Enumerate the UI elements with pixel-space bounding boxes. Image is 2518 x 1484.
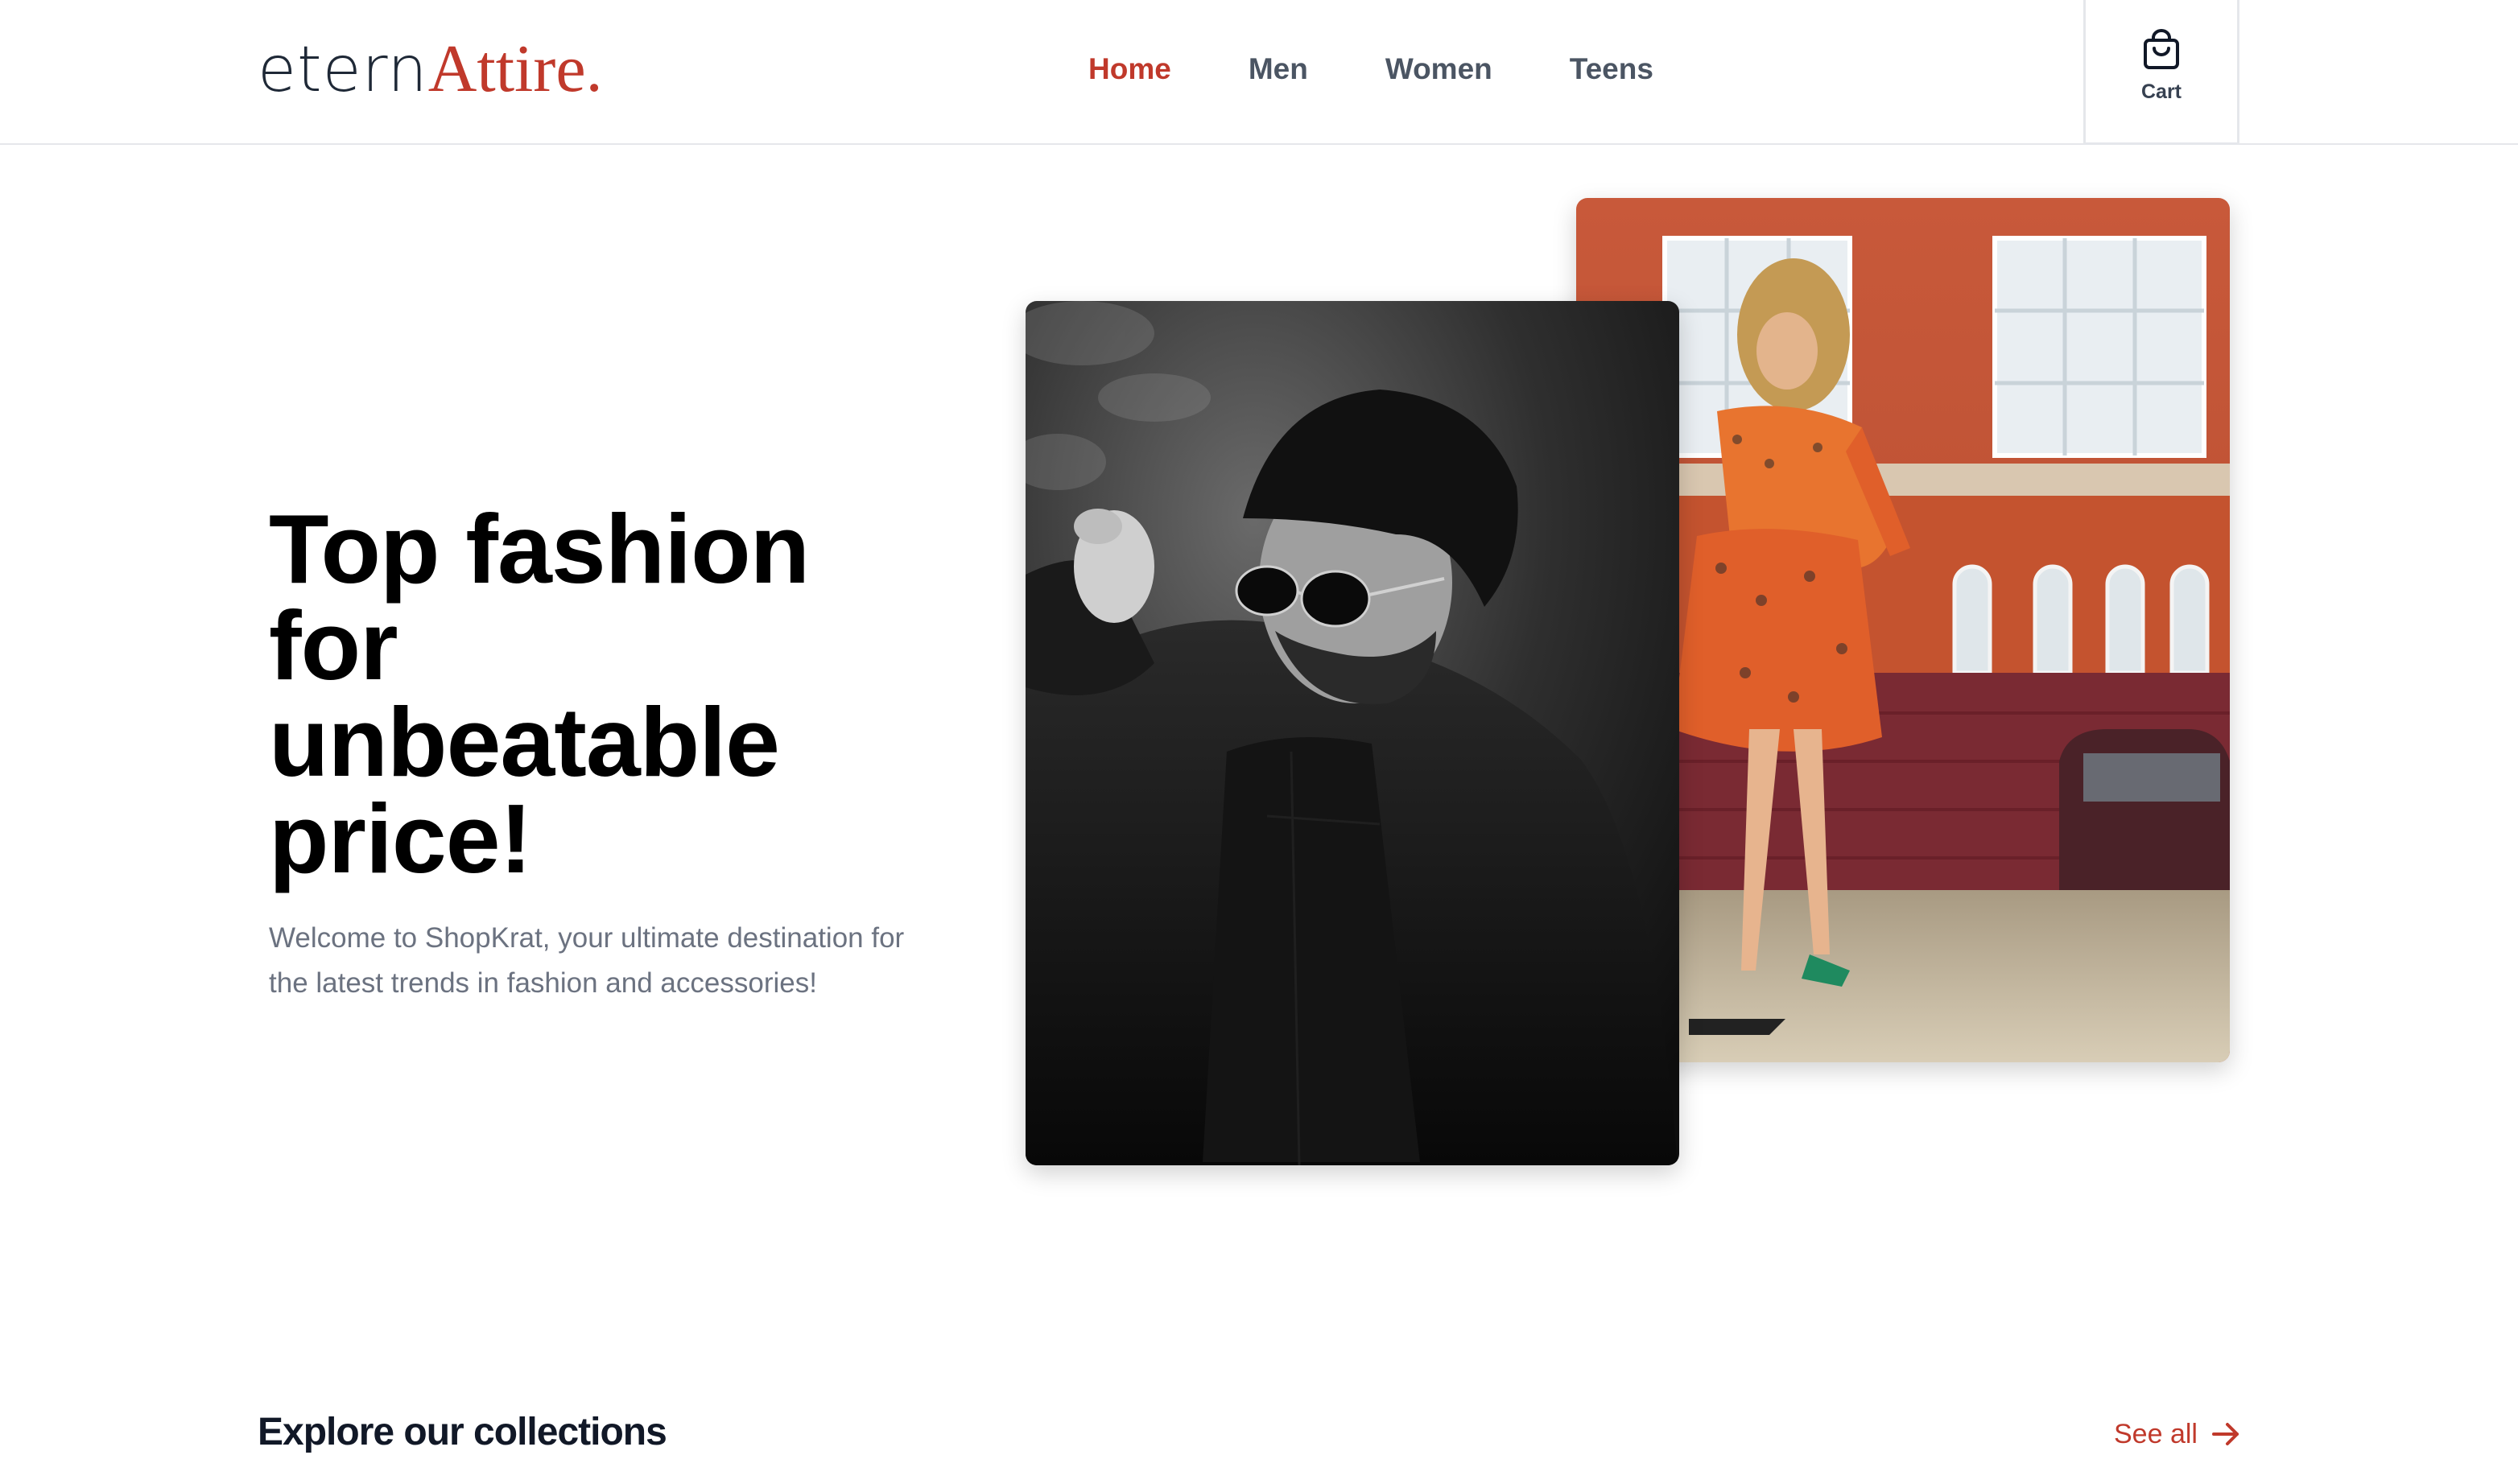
shopping-bag-icon xyxy=(2144,29,2179,69)
hero-image-men xyxy=(1026,301,1679,1165)
main-nav: Home Men Women Teens xyxy=(1088,45,1653,93)
cart-label: Cart xyxy=(2140,80,2182,103)
nav-home[interactable]: Home xyxy=(1088,52,1171,86)
logo[interactable]: eternAttire. xyxy=(258,29,603,110)
hero-text: Top fashion for unbeatable price! Welcom… xyxy=(269,494,961,1006)
cart-button[interactable]: Cart xyxy=(2083,0,2239,145)
see-all-label: See all xyxy=(2114,1418,2198,1449)
hero-title: Top fashion for unbeatable price! xyxy=(269,494,810,893)
man-fashion-photo xyxy=(1026,301,1679,1165)
hero-subtitle: Welcome to ShopKrat, your ultimate desti… xyxy=(269,922,905,999)
nav-teens[interactable]: Teens xyxy=(1570,52,1653,86)
logo-text-primary: etern xyxy=(258,34,428,106)
nav-women[interactable]: Women xyxy=(1385,52,1492,86)
logo-text-accent: Attire. xyxy=(427,31,603,106)
collections-title: Explore our collections xyxy=(258,1411,667,1453)
site-header: eternAttire. Home Men Women Teens Cart xyxy=(0,0,2518,145)
see-all-link[interactable]: See all xyxy=(2114,1416,2241,1452)
nav-men[interactable]: Men xyxy=(1249,52,1308,86)
arrow-right-icon xyxy=(2211,1423,2239,1445)
